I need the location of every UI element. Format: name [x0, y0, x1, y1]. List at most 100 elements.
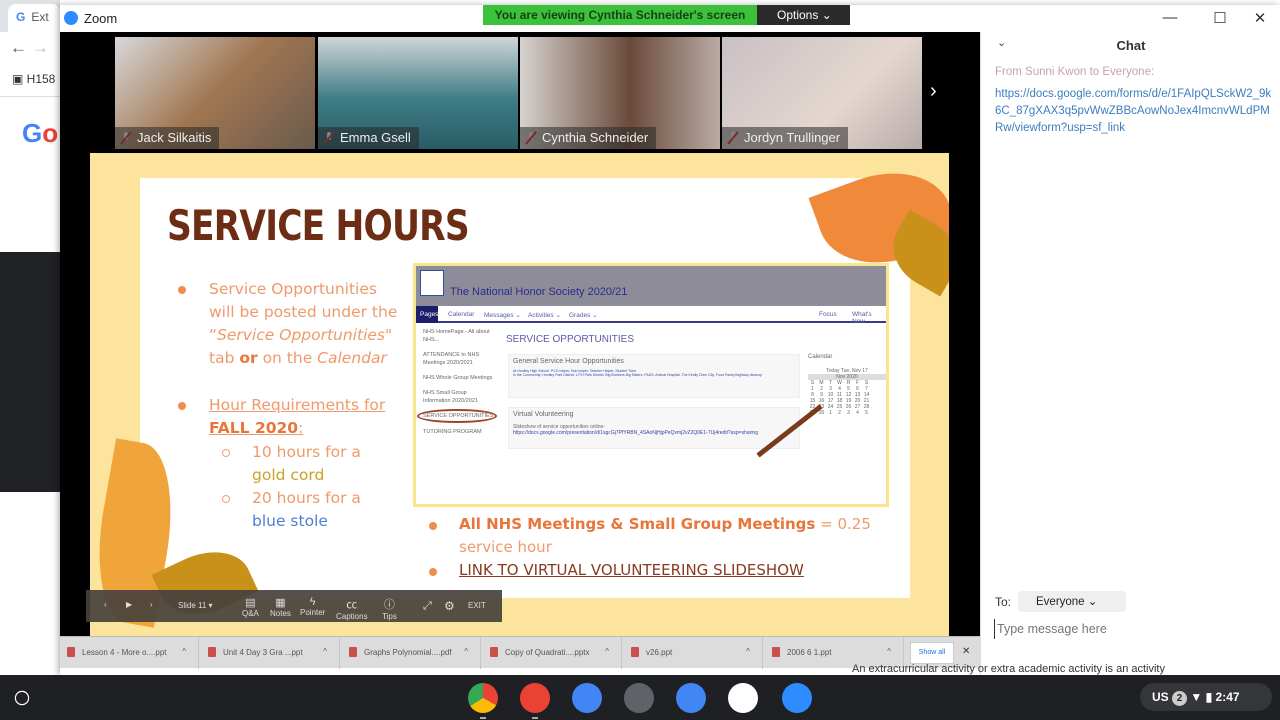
- side-item: TUTORING PROGRAM: [423, 429, 482, 435]
- zoom-window: Zoom You are viewing Cynthia Schneider's…: [60, 5, 1280, 675]
- title-bar: Zoom You are viewing Cynthia Schneider's…: [60, 5, 1280, 32]
- sub-bullet-blue-stole: 20 hours for a blue stole: [252, 489, 361, 530]
- notification-count: 2: [1172, 691, 1188, 706]
- download-item[interactable]: v26.ppt ^: [624, 637, 763, 669]
- fullscreen-icon[interactable]: ⤢: [423, 600, 432, 613]
- zoom-app-icon[interactable]: [782, 683, 812, 713]
- chevron-up-icon[interactable]: ^: [746, 647, 750, 656]
- download-item[interactable]: Unit 4 Day 3 Gra ...ppt ^: [201, 637, 340, 669]
- gear-icon[interactable]: ⚙: [444, 599, 455, 613]
- maximize-button[interactable]: ☐: [1210, 9, 1230, 27]
- nav-item: Focus: [819, 311, 837, 318]
- download-item[interactable]: Copy of Quadrati....pptx ^: [483, 637, 622, 669]
- notes-button[interactable]: ▦ Notes: [270, 596, 291, 618]
- website-screenshot: The National Honor Society 2020/21 Pages…: [413, 263, 889, 507]
- exit-button[interactable]: EXIT: [468, 601, 486, 610]
- browser-tab[interactable]: G Ext: [8, 4, 60, 32]
- chevron-up-icon[interactable]: ^: [605, 647, 609, 656]
- bullet-dot: [178, 402, 186, 410]
- participant-tile[interactable]: Emma Gsell: [318, 37, 518, 149]
- camera-app-icon[interactable]: [624, 683, 654, 713]
- docs-app-icon[interactable]: [572, 683, 602, 713]
- chevron-up-icon[interactable]: ^: [182, 647, 186, 656]
- chevron-up-icon[interactable]: ^: [323, 647, 327, 656]
- close-button[interactable]: ✕: [1250, 9, 1270, 27]
- tips-button[interactable]: ⓘ Tips: [382, 596, 397, 621]
- cal-date[interactable]: 4: [853, 410, 862, 416]
- file-icon: [631, 647, 639, 657]
- participant-tile[interactable]: Jack Silkaitis: [115, 37, 315, 149]
- background-page-text: An extracurricular activity or extra aca…: [852, 663, 1165, 675]
- bullet-dot: [429, 522, 437, 530]
- locale-indicator: US: [1152, 690, 1169, 704]
- minimize-button[interactable]: —: [1160, 9, 1180, 26]
- slideshow-link[interactable]: https://docs.google.com/presentation/d/1…: [513, 430, 795, 436]
- zoom-logo-icon: [64, 11, 78, 25]
- participant-name: Jack Silkaitis: [115, 127, 220, 149]
- viewing-banner: You are viewing Cynthia Schneider's scre…: [483, 5, 757, 25]
- side-item: NHS HomePage - All about NHS...: [423, 329, 490, 343]
- participant-tile[interactable]: Cynthia Schneider: [520, 37, 720, 149]
- bookmark-item[interactable]: ▣ H158: [12, 72, 55, 86]
- cal-date[interactable]: 1: [826, 410, 835, 416]
- back-forward-icons[interactable]: ← →: [10, 38, 49, 58]
- google-icon: G: [16, 10, 26, 24]
- play-store-app-icon[interactable]: [728, 683, 758, 713]
- play-button[interactable]: ▶: [126, 600, 132, 609]
- download-item[interactable]: Graphs Polynomial....pdf ^: [342, 637, 481, 669]
- dark-panel: [0, 252, 60, 492]
- shared-slide: SERVICE HOURS Service Opportunities will…: [90, 153, 949, 636]
- qa-button[interactable]: ▤ Q&A: [242, 596, 259, 618]
- next-page-arrow-icon[interactable]: ›: [930, 80, 937, 103]
- prev-slide-button[interactable]: ‹: [104, 600, 107, 609]
- chat-message-input[interactable]: [994, 619, 1264, 639]
- participant-tile[interactable]: Jordyn Trullinger: [722, 37, 922, 149]
- recipient-value: Everyone: [1036, 596, 1085, 608]
- download-filename: Unit 4 Day 3 Gra ...ppt: [223, 648, 303, 657]
- file-icon: [772, 647, 780, 657]
- cal-date[interactable]: 3: [844, 410, 853, 416]
- site-nav: Pages Calendar Messages ⌄ Activities ⌄ G…: [416, 306, 886, 325]
- chat-message-link[interactable]: https://docs.google.com/forms/d/e/1FAIpQ…: [995, 86, 1275, 137]
- general-opportunities-box: General Service Hour Opportunities At Hu…: [508, 354, 800, 398]
- system-tray[interactable]: US 2 ▼ ▮ 2:47: [1140, 683, 1272, 711]
- sub-bullet-circle: [222, 495, 230, 503]
- chat-sender: From Sunni Kwon to Everyone:: [995, 66, 1155, 78]
- bookmark-label: H158: [26, 72, 56, 86]
- cal-date[interactable]: 2: [835, 410, 844, 416]
- divider: [0, 96, 60, 97]
- file-icon: [490, 647, 498, 657]
- launcher-button[interactable]: [14, 690, 30, 706]
- download-filename: Copy of Quadrati....pptx: [505, 648, 590, 657]
- chevron-up-icon[interactable]: ^: [887, 647, 891, 656]
- show-all-button[interactable]: Show all: [910, 642, 954, 664]
- captions-button[interactable]: ㏄ Captions: [336, 596, 368, 621]
- site-header: The National Honor Society 2020/21: [416, 266, 886, 306]
- pointer-button[interactable]: ϟ Pointer: [300, 596, 325, 617]
- chevron-up-icon[interactable]: ^: [464, 647, 468, 656]
- close-downloads-icon[interactable]: ✕: [962, 646, 970, 657]
- chevron-down-icon[interactable]: ⌄: [997, 36, 1006, 49]
- cal-date[interactable]: 5: [862, 410, 871, 416]
- background-browser: G Ext ← → ▣ H158 Go: [0, 0, 60, 675]
- download-item[interactable]: Lesson 4 - More o....ppt ^: [60, 637, 199, 669]
- next-slide-button[interactable]: ›: [150, 600, 153, 609]
- highlight-circle: [417, 409, 497, 423]
- download-filename: Lesson 4 - More o....ppt: [82, 648, 167, 657]
- chat-title: Chat: [1116, 38, 1146, 53]
- bullet-dot: [178, 286, 186, 294]
- slide-title: SERVICE HOURS: [167, 201, 470, 250]
- recipient-dropdown[interactable]: Everyone ⌄: [1018, 591, 1126, 612]
- downloads-bar: Lesson 4 - More o....ppt ^ Unit 4 Day 3 Gr…: [60, 636, 980, 669]
- chrome-app-icon[interactable]: [468, 683, 498, 719]
- nav-item: Grades ⌄: [569, 312, 598, 319]
- gmail-app-icon[interactable]: [520, 683, 550, 719]
- battery-icon: ▮: [1205, 690, 1213, 704]
- download-filename: v26.ppt: [646, 648, 673, 657]
- files-app-icon[interactable]: [676, 683, 706, 713]
- slide-selector[interactable]: Slide 11 ▾: [178, 601, 213, 610]
- to-label: To:: [995, 595, 1012, 609]
- options-button[interactable]: Options ⌄: [757, 5, 850, 25]
- nav-item: What's New: [852, 311, 872, 325]
- slideshow-link-text[interactable]: LINK TO VIRTUAL VOLUNTEERING SLIDESHOW: [459, 559, 804, 582]
